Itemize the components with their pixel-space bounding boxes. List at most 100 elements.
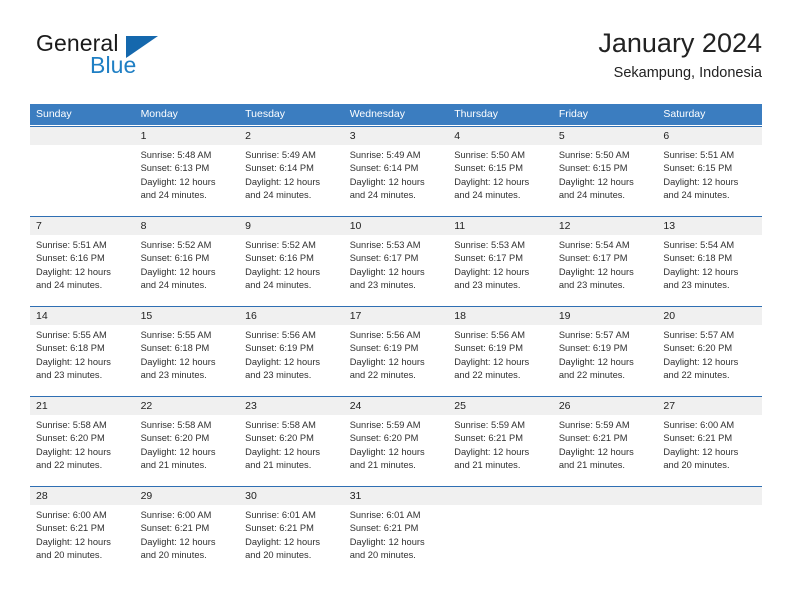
daylight-text-cont: and 23 minutes. [349,280,416,291]
day-number[interactable]: 12 [553,217,658,235]
day-cell: Sunrise: 5:59 AM Sunset: 6:20 PM Dayligh… [344,415,449,485]
daylight-text: Daylight: 12 hours [36,536,111,547]
daylight-text-cont: and 23 minutes. [558,280,625,291]
week-detail-band: Sunrise: 6:00 AM Sunset: 6:21 PM Dayligh… [30,505,762,575]
day-number[interactable]: 19 [553,307,658,325]
day-number[interactable]: 24 [344,397,449,415]
daylight-text: Daylight: 12 hours [558,446,634,457]
day-cell: Sunrise: 5:53 AM Sunset: 6:17 PM Dayligh… [344,235,449,305]
day-number[interactable]: 13 [657,217,762,235]
day-number[interactable]: 30 [239,487,344,505]
daylight-text-cont: and 24 minutes. [558,190,625,201]
day-cell: Sunrise: 5:58 AM Sunset: 6:20 PM Dayligh… [30,415,135,485]
day-number[interactable]: 29 [135,487,240,505]
daylight-text: Daylight: 12 hours [140,536,216,547]
day-cell: Sunrise: 5:49 AM Sunset: 6:14 PM Dayligh… [239,145,344,215]
day-number[interactable]: 9 [239,217,344,235]
sunset-text: Sunset: 6:19 PM [558,343,628,354]
day-number[interactable]: 23 [239,397,344,415]
day-cell: Sunrise: 5:54 AM Sunset: 6:17 PM Dayligh… [553,235,658,305]
weekday-header-friday: Friday [558,108,588,120]
daylight-text: Daylight: 12 hours [36,446,111,457]
sunrise-text: Sunrise: 6:00 AM [140,510,212,520]
daylight-text: Daylight: 12 hours [663,446,739,457]
daylight-text: Daylight: 12 hours [558,176,634,187]
daylight-text-cont: and 24 minutes. [245,280,312,291]
sunset-text: Sunset: 6:17 PM [349,253,419,264]
sunrise-text: Sunrise: 5:59 AM [454,420,526,430]
week-detail-band: Sunrise: 5:58 AM Sunset: 6:20 PM Dayligh… [30,415,762,485]
daylight-text: Daylight: 12 hours [454,176,530,187]
sunrise-text: Sunrise: 5:56 AM [349,330,421,340]
day-cell: Sunrise: 5:56 AM Sunset: 6:19 PM Dayligh… [448,325,553,395]
day-number[interactable]: 8 [135,217,240,235]
day-number[interactable]: 14 [30,307,135,325]
sunrise-text: Sunrise: 5:53 AM [349,240,421,250]
sunset-text: Sunset: 6:14 PM [349,163,419,174]
day-number[interactable]: 2 [239,127,344,145]
day-number [448,487,553,505]
daylight-text: Daylight: 12 hours [36,266,111,277]
day-cell [657,505,762,575]
weekday-header-tuesday: Tuesday [245,108,286,120]
daylight-text-cont: and 20 minutes. [140,550,207,561]
day-cell: Sunrise: 5:57 AM Sunset: 6:19 PM Dayligh… [553,325,658,395]
sunrise-text: Sunrise: 5:48 AM [140,150,212,160]
daylight-text: Daylight: 12 hours [140,356,216,367]
day-number[interactable]: 16 [239,307,344,325]
day-cell [553,505,658,575]
day-number[interactable]: 21 [30,397,135,415]
daylight-text-cont: and 24 minutes. [36,280,103,291]
day-number[interactable]: 1 [135,127,240,145]
sunset-text: Sunset: 6:14 PM [245,163,314,174]
day-number [553,487,658,505]
sunset-text: Sunset: 6:17 PM [454,253,523,264]
week-daynumber-band: 1 2 3 4 5 6 [30,127,762,145]
daylight-text-cont: and 20 minutes. [36,550,103,561]
sunset-text: Sunset: 6:19 PM [245,343,314,354]
day-number[interactable]: 7 [30,217,135,235]
daylight-text: Daylight: 12 hours [245,446,321,457]
sunset-text: Sunset: 6:20 PM [140,433,210,444]
day-number[interactable]: 26 [553,397,658,415]
day-cell: Sunrise: 5:52 AM Sunset: 6:16 PM Dayligh… [239,235,344,305]
day-cell: Sunrise: 6:01 AM Sunset: 6:21 PM Dayligh… [239,505,344,575]
daylight-text: Daylight: 12 hours [454,446,530,457]
day-number[interactable]: 6 [657,127,762,145]
weekday-header-thursday: Thursday [454,108,499,120]
day-number [657,487,762,505]
day-number[interactable]: 10 [344,217,449,235]
day-number[interactable]: 22 [135,397,240,415]
day-number[interactable]: 3 [344,127,449,145]
week-detail-band: Sunrise: 5:55 AM Sunset: 6:18 PM Dayligh… [30,325,762,395]
day-number[interactable]: 15 [135,307,240,325]
daylight-text: Daylight: 12 hours [663,176,739,187]
calendar-week-row: 28 29 30 31 Sunrise: 6:00 AM Sunset: 6:2… [30,486,762,575]
day-cell: Sunrise: 5:53 AM Sunset: 6:17 PM Dayligh… [448,235,553,305]
day-number[interactable]: 11 [448,217,553,235]
day-number[interactable]: 31 [344,487,449,505]
daylight-text: Daylight: 12 hours [663,356,739,367]
day-number[interactable]: 18 [448,307,553,325]
day-number[interactable]: 17 [344,307,449,325]
sunset-text: Sunset: 6:21 PM [454,433,523,444]
day-number[interactable] [30,127,135,145]
day-cell: Sunrise: 5:57 AM Sunset: 6:20 PM Dayligh… [657,325,762,395]
day-number[interactable]: 4 [448,127,553,145]
daylight-text-cont: and 24 minutes. [245,190,312,201]
daylight-text-cont: and 24 minutes. [140,280,207,291]
daylight-text: Daylight: 12 hours [349,536,425,547]
general-blue-logo[interactable]: General Blue [30,32,270,90]
page-header: General Blue January 2024 Sekampung, Ind… [30,28,762,90]
day-number[interactable]: 28 [30,487,135,505]
day-number[interactable]: 25 [448,397,553,415]
daylight-text: Daylight: 12 hours [349,446,425,457]
sunset-text: Sunset: 6:13 PM [140,163,210,174]
day-cell: Sunrise: 5:50 AM Sunset: 6:15 PM Dayligh… [553,145,658,215]
day-number[interactable]: 20 [657,307,762,325]
day-cell: Sunrise: 5:52 AM Sunset: 6:16 PM Dayligh… [135,235,240,305]
day-number[interactable]: 5 [553,127,658,145]
sunrise-text: Sunrise: 6:00 AM [663,420,735,430]
day-cell: Sunrise: 5:55 AM Sunset: 6:18 PM Dayligh… [30,325,135,395]
day-number[interactable]: 27 [657,397,762,415]
